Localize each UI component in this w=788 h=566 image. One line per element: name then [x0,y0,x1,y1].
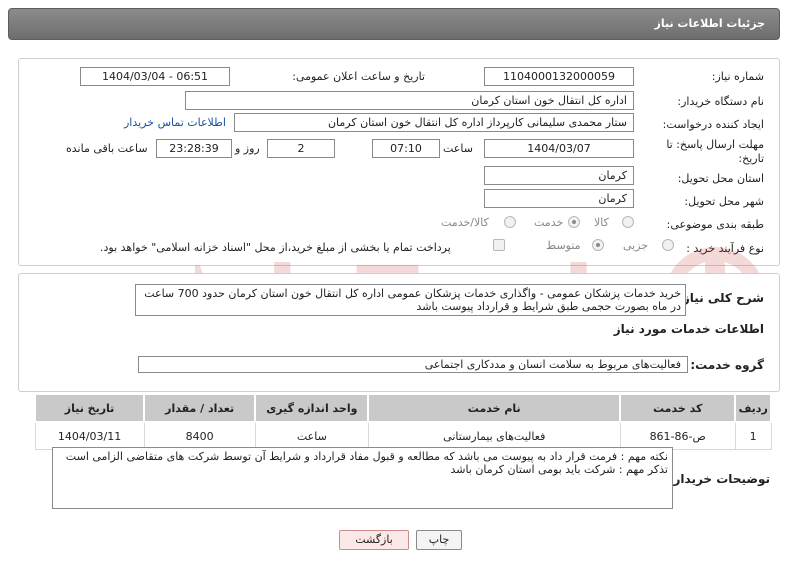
cell-quantity: 8400 [143,421,256,450]
city-field[interactable]: کرمان [484,189,634,208]
days-label: روز و [235,142,260,155]
treasury-payment-checkbox[interactable] [493,239,505,251]
province-label: استان محل تحویل: [677,172,764,185]
category-label: طبقه بندی موضوعی: [666,218,764,231]
cell-service-code: ص-86-861 [619,421,736,450]
cell-unit: ساعت [254,421,369,450]
deadline-label: مهلت ارسال پاسخ: تا [666,138,764,151]
announce-datetime-label: تاریخ و ساعت اعلان عمومی: [292,70,425,83]
back-button[interactable]: بازگشت [339,530,409,550]
process-option-minor: جزیی [623,239,649,252]
treasury-payment-note: پرداخت تمام یا بخشی از مبلغ خرید،از محل … [100,241,451,254]
remaining-time-field[interactable]: 23:28:39 [156,139,232,158]
category-radio-goods[interactable] [622,216,634,228]
category-option-service: خدمت [534,216,564,229]
col-service-code: کد خدمت [619,393,737,423]
services-table-header: ردیف کد خدمت نام خدمت واحد اندازه گیری ت… [33,393,772,423]
col-need-date: تاریخ نیاز [33,393,146,423]
service-group-field[interactable]: فعالیت‌های مربوط به سلامت انسان و مددکار… [138,356,688,373]
process-option-medium: متوسط [546,239,581,252]
cell-row: 1 [734,421,772,450]
buyer-notes-line-2: تذکر مهم : شرکت باید بومی استان کرمان با… [450,463,668,476]
buyer-notes-line-1: نکته مهم : فرمت قرار داد به پیوست می باش… [65,450,668,463]
buyer-contact-link[interactable]: اطلاعات تماس خریدار [124,116,226,129]
services-section-title: اطلاعات خدمات مورد نیاز [613,322,764,336]
col-row: ردیف [734,393,772,423]
cell-need-date: 1404/03/11 [34,421,145,450]
services-table: ردیف کد خدمت نام خدمت واحد اندازه گیری ت… [33,393,772,450]
need-info-panel [18,58,780,266]
summary-label: شرح کلی نیاز: [678,291,764,305]
days-remaining-field[interactable]: 2 [267,139,335,158]
buyer-org-label: نام دستگاه خریدار: [677,95,764,108]
cell-service-name: فعالیت‌های بیمارستانی [367,421,621,450]
col-service-name: نام خدمت [367,393,622,423]
process-radio-minor[interactable] [662,239,674,251]
deadline-time-field[interactable]: 07:10 [372,139,440,158]
category-option-goods: کالا [594,216,609,229]
buyer-notes-textarea[interactable]: نکته مهم : فرمت قرار داد به پیوست می باش… [52,447,673,509]
process-type-label: نوع فرآیند خرید : [686,242,764,255]
summary-textarea[interactable]: خرید خدمات پزشکان عمومی - واگذاری خدمات … [135,284,686,316]
page-header: جزئیات اطلاعات نیاز [8,8,780,40]
category-radio-service[interactable] [568,216,580,228]
service-group-label: گروه خدمت: [690,358,764,372]
province-field[interactable]: کرمان [484,166,634,185]
need-number-label: شماره نیاز: [711,70,764,83]
table-row: 1 ص-86-861 فعالیت‌های بیمارستانی ساعت 84… [34,421,772,450]
col-unit: واحد اندازه گیری [254,393,370,423]
category-option-goods-service: کالا/خدمت [441,216,489,229]
print-button[interactable]: چاپ [416,530,462,550]
deadline-date-label: تاریخ: [738,152,764,165]
process-radio-medium[interactable] [592,239,604,251]
buyer-notes-label: توضیحات خریدار: [668,472,770,486]
buyer-org-field[interactable]: اداره کل انتقال خون استان کرمان [185,91,634,110]
remaining-time-label: ساعت باقی مانده [66,142,148,155]
need-number-field[interactable]: 1104000132000059 [484,67,634,86]
requester-label: ایجاد کننده درخواست: [662,118,764,131]
deadline-date-field[interactable]: 1404/03/07 [484,139,634,158]
announce-datetime-field[interactable]: 1404/03/04 - 06:51 [80,67,230,86]
requester-field[interactable]: ستار محمدی سلیمانی کارپرداز اداره کل انت… [234,113,634,132]
col-quantity: تعداد / مقدار [143,393,257,423]
deadline-time-label: ساعت [443,142,473,155]
category-radio-goods-service[interactable] [504,216,516,228]
page-title: جزئیات اطلاعات نیاز [654,17,766,30]
city-label: شهر محل تحویل: [684,195,764,208]
